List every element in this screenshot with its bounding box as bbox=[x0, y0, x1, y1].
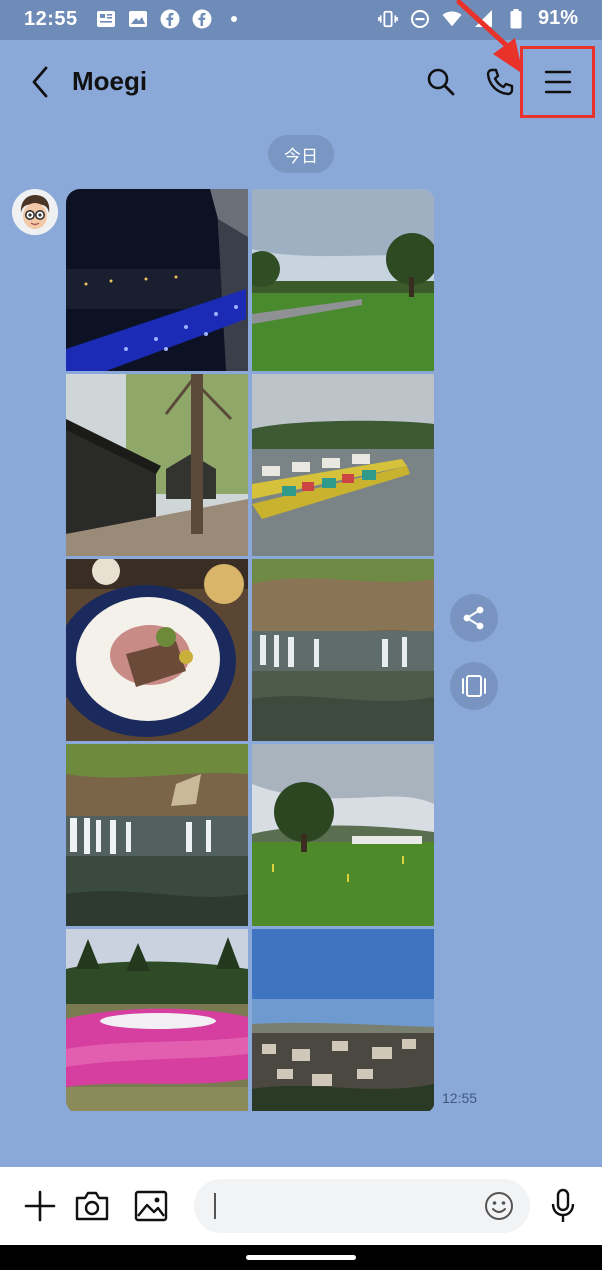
photo-thumbnail[interactable] bbox=[252, 374, 434, 556]
open-field-photo bbox=[252, 744, 434, 926]
photo-thumbnail[interactable] bbox=[66, 744, 248, 926]
photo-thumbnail[interactable] bbox=[66, 374, 248, 556]
message-input-bar bbox=[0, 1167, 602, 1245]
photo-thumbnail[interactable] bbox=[66, 559, 248, 741]
add-button[interactable] bbox=[20, 1186, 60, 1226]
camera-icon bbox=[75, 1191, 109, 1221]
camera-button[interactable] bbox=[72, 1186, 112, 1226]
image-icon bbox=[128, 9, 148, 29]
back-button[interactable] bbox=[22, 62, 58, 102]
dinner-plate-photo bbox=[66, 559, 248, 741]
waterfall-photo bbox=[252, 559, 434, 741]
photo-thumbnail[interactable] bbox=[252, 929, 434, 1111]
avatar[interactable] bbox=[12, 189, 58, 235]
share-icon bbox=[463, 606, 484, 630]
photo-album-message[interactable] bbox=[66, 189, 435, 1114]
swan-boats-photo bbox=[252, 374, 434, 556]
news-icon bbox=[96, 9, 116, 29]
dot-icon bbox=[224, 9, 244, 29]
night-illumination-photo bbox=[66, 189, 248, 371]
wooden-cottages-photo bbox=[66, 374, 248, 556]
text-cursor bbox=[214, 1193, 216, 1219]
home-gesture-handle[interactable] bbox=[246, 1255, 356, 1260]
memoji-avatar-icon bbox=[12, 189, 58, 235]
facebook-icon bbox=[192, 9, 212, 29]
gallery-button[interactable] bbox=[131, 1186, 171, 1226]
plus-icon bbox=[24, 1190, 56, 1222]
dnd-icon bbox=[410, 9, 430, 29]
emoji-button[interactable] bbox=[479, 1186, 519, 1226]
mic-icon bbox=[551, 1188, 575, 1222]
share-button[interactable] bbox=[450, 594, 498, 642]
photo-thumbnail[interactable] bbox=[66, 189, 248, 371]
town-and-sea-photo bbox=[252, 929, 434, 1111]
annotation-arrow-icon bbox=[456, 0, 523, 74]
emoji-icon bbox=[485, 1192, 513, 1220]
photo-thumbnail[interactable] bbox=[252, 744, 434, 926]
voice-button[interactable] bbox=[543, 1186, 583, 1226]
photo-thumbnail[interactable] bbox=[252, 189, 434, 371]
photo-thumbnail[interactable] bbox=[66, 929, 248, 1111]
vibrate-icon bbox=[378, 9, 398, 29]
chat-header: Moegi bbox=[0, 0, 602, 126]
status-time: 12:55 bbox=[24, 8, 78, 30]
chat-title: Moegi bbox=[72, 66, 148, 96]
waterfall-pool-photo bbox=[66, 744, 248, 926]
date-separator: 今日 bbox=[268, 135, 334, 173]
slideshow-icon bbox=[462, 675, 486, 697]
search-icon bbox=[427, 68, 455, 96]
message-time: 12:55 bbox=[442, 1090, 478, 1106]
back-icon bbox=[32, 66, 48, 98]
battery-percent: 91% bbox=[537, 7, 578, 29]
facebook-icon bbox=[160, 9, 180, 29]
slideshow-button[interactable] bbox=[450, 662, 498, 710]
notification-icons bbox=[96, 9, 244, 29]
moss-phlox-garden-photo bbox=[66, 929, 248, 1111]
photo-thumbnail[interactable] bbox=[252, 559, 434, 741]
gallery-icon bbox=[134, 1190, 168, 1222]
park-lawn-photo bbox=[252, 189, 434, 371]
